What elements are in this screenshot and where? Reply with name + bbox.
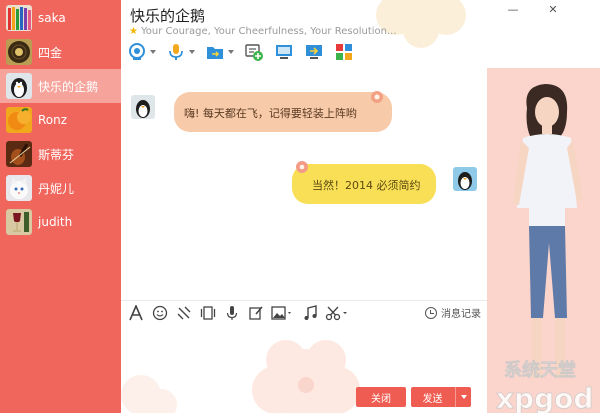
contact-name: 丹妮儿 <box>38 181 75 196</box>
violin-avatar <box>6 141 32 167</box>
scissors-icon[interactable] <box>325 304 351 322</box>
gif-icon[interactable] <box>199 304 217 322</box>
star-icon: ★ <box>129 26 138 37</box>
signature: ★ Your Courage, Your Cheerfulness, Your … <box>129 26 397 37</box>
screen-share-button[interactable] <box>304 42 324 62</box>
music-icon[interactable] <box>301 304 319 322</box>
add-member-button[interactable] <box>244 42 264 62</box>
vinyl-record-avatar <box>6 39 32 65</box>
contact-item-judith[interactable]: judith <box>0 205 121 239</box>
voice-call-button[interactable] <box>166 42 195 62</box>
chat-toolbar <box>127 40 364 64</box>
contact-item-saka[interactable]: saka <box>0 1 121 35</box>
close-button[interactable]: 关闭 <box>356 387 406 407</box>
shake-icon[interactable] <box>175 304 193 322</box>
close-window-button[interactable]: ✕ <box>546 3 560 16</box>
orange-avatar <box>6 107 32 133</box>
chevron-down-icon[interactable] <box>150 50 156 54</box>
image-icon[interactable] <box>271 304 295 322</box>
message-input[interactable] <box>121 325 487 385</box>
message-history-button[interactable]: 消息记录 <box>425 305 481 320</box>
contact-name: Ronz <box>38 113 68 127</box>
screen-share-icon <box>304 42 324 62</box>
wine-avatar <box>6 209 32 235</box>
site-watermark: 系统天堂 xpgod <box>476 352 600 413</box>
message-history-label: 消息记录 <box>441 309 481 320</box>
input-toolbar: 消息记录 <box>121 300 487 325</box>
kitten-avatar <box>6 175 32 201</box>
clock-icon <box>425 306 437 319</box>
contact-item-danielle[interactable]: 丹妮儿 <box>0 171 121 205</box>
message-text: 嗨! 每天都在飞，记得要轻装上阵哟 <box>184 107 357 120</box>
watermark-cn: 系统天堂 <box>504 359 576 381</box>
contact-item-sijin[interactable]: 四金 <box>0 35 121 69</box>
file-transfer-button[interactable] <box>205 42 234 62</box>
contact-name: 快乐的企鹅 <box>38 79 99 94</box>
penguin-avatar[interactable] <box>131 95 155 119</box>
chat-title: 快乐的企鹅 <box>130 7 206 25</box>
voice-call-icon <box>166 42 186 62</box>
penguin-avatar <box>6 73 32 99</box>
file-transfer-icon <box>205 42 225 62</box>
send-button-group: 发送 <box>411 387 471 407</box>
pencils-avatar <box>6 5 32 31</box>
chevron-down-icon[interactable] <box>189 50 195 54</box>
flower-decoration <box>376 0 466 48</box>
contact-name: saka <box>38 11 66 25</box>
contact-name: 四金 <box>38 45 63 60</box>
remote-desktop-button[interactable] <box>274 42 294 62</box>
send-options-dropdown[interactable] <box>455 387 471 407</box>
edit-icon[interactable] <box>247 304 265 322</box>
add-member-icon <box>244 42 264 62</box>
send-button[interactable]: 发送 <box>411 387 454 407</box>
minimize-button[interactable]: — <box>506 3 520 16</box>
contact-item-ronz[interactable]: Ronz <box>0 103 121 137</box>
video-call-button[interactable] <box>127 42 156 62</box>
apps-button[interactable] <box>334 42 354 62</box>
video-call-icon <box>127 42 147 62</box>
contact-list: saka 四金 快乐的企鹅 Ronz 斯蒂芬 丹妮儿 judith <box>0 0 121 413</box>
remote-desktop-icon <box>274 42 294 62</box>
penguin-avatar[interactable] <box>453 167 477 191</box>
contact-item-happy-penguin[interactable]: 快乐的企鹅 <box>0 69 121 103</box>
apps-grid-icon <box>334 42 354 62</box>
emoji-icon[interactable] <box>151 304 169 322</box>
voice-message-icon[interactable] <box>223 304 241 322</box>
font-icon[interactable] <box>127 304 145 322</box>
message-text: 当然！2014 必须简约 <box>312 179 421 192</box>
chevron-down-icon[interactable] <box>228 50 234 54</box>
contact-name: 斯蒂芬 <box>38 147 75 162</box>
watermark-en: xpgod <box>496 382 593 413</box>
contact-name: judith <box>38 215 73 229</box>
signature-text: Your Courage, Your Cheerfulness, Your Re… <box>140 26 397 37</box>
contact-item-stephen[interactable]: 斯蒂芬 <box>0 137 121 171</box>
